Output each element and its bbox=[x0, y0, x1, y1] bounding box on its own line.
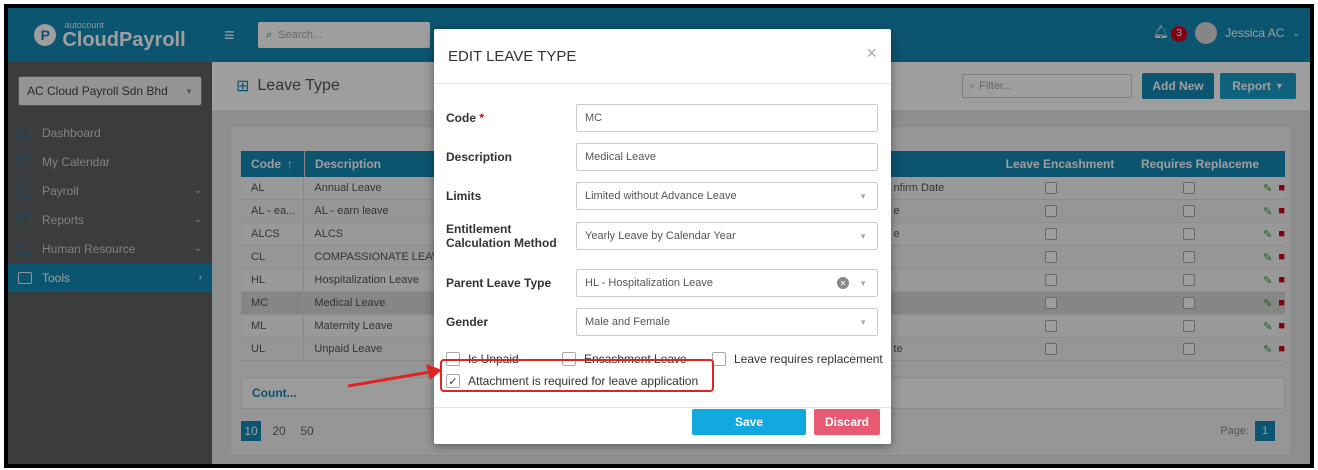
chevron-down-icon: ▼ bbox=[859, 231, 867, 241]
limits-select[interactable]: Limited without Advance Leave ▼ bbox=[576, 182, 878, 210]
gender-select[interactable]: Male and Female ▼ bbox=[576, 308, 878, 336]
modal-title: EDIT LEAVE TYPE bbox=[448, 47, 577, 65]
code-field[interactable]: MC bbox=[576, 104, 878, 132]
code-label-text: Code bbox=[446, 111, 476, 125]
annotation-arrow-icon bbox=[348, 364, 442, 388]
code-label: Code * bbox=[446, 111, 576, 125]
description-field[interactable]: Medical Leave bbox=[576, 143, 878, 171]
description-row: Description Medical Leave bbox=[446, 143, 879, 171]
limits-label: Limits bbox=[446, 189, 482, 203]
replacement-label: Leave requires replacement bbox=[734, 352, 883, 366]
limits-row: Limits Limited without Advance Leave ▼ bbox=[446, 182, 879, 210]
chevron-down-icon: ▼ bbox=[859, 278, 867, 288]
modal-footer-divider bbox=[434, 407, 891, 408]
replacement-option[interactable]: Leave requires replacement bbox=[712, 352, 883, 366]
save-button[interactable]: Save bbox=[692, 409, 806, 435]
description-label: Description bbox=[446, 150, 513, 164]
parent-leave-row: Parent Leave Type HL - Hospitalization L… bbox=[446, 269, 879, 297]
screenshot-frame: P autocount CloudPayroll AC Cloud Payrol… bbox=[4, 4, 1314, 468]
highlight-box bbox=[440, 359, 714, 392]
replacement-checkbox[interactable] bbox=[712, 352, 726, 366]
entitlement-label: Entitlement Calculation Method bbox=[446, 222, 557, 250]
parent-leave-select[interactable]: HL - Hospitalization Leave ✕ ▼ bbox=[576, 269, 878, 297]
entitlement-row: Entitlement Calculation Method Yearly Le… bbox=[446, 222, 879, 250]
required-marker: * bbox=[479, 111, 485, 125]
chevron-down-icon: ▼ bbox=[859, 317, 867, 327]
parent-leave-label: Parent Leave Type bbox=[446, 276, 552, 290]
limits-value: Limited without Advance Leave bbox=[585, 190, 737, 202]
gender-value: Male and Female bbox=[585, 316, 670, 328]
entitlement-value: Yearly Leave by Calendar Year bbox=[585, 230, 736, 242]
gender-row: Gender Male and Female ▼ bbox=[446, 308, 879, 336]
entitlement-select[interactable]: Yearly Leave by Calendar Year ▼ bbox=[576, 222, 878, 250]
code-row: Code * MC bbox=[446, 104, 879, 132]
close-icon[interactable]: × bbox=[866, 43, 877, 64]
clear-icon[interactable]: ✕ bbox=[837, 277, 849, 289]
discard-button[interactable]: Discard bbox=[814, 409, 880, 435]
app-window: P autocount CloudPayroll AC Cloud Payrol… bbox=[8, 8, 1310, 464]
parent-leave-value: HL - Hospitalization Leave bbox=[585, 277, 713, 289]
gender-label: Gender bbox=[446, 315, 489, 329]
modal-header: EDIT LEAVE TYPE × bbox=[434, 29, 891, 84]
chevron-down-icon: ▼ bbox=[859, 191, 867, 201]
